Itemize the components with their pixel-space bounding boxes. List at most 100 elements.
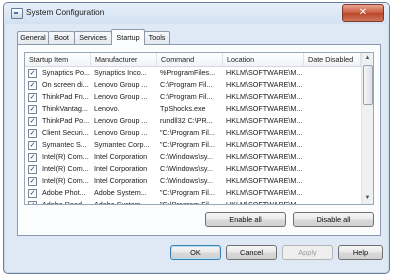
startup-item-checkbox[interactable]: ✓: [28, 201, 37, 204]
column-header-location[interactable]: Location: [223, 53, 304, 66]
cell-location: HKLM\SOFTWARE\M...: [226, 104, 303, 113]
cell-command: C:\Windows\sy...: [160, 176, 213, 185]
msconfig-app-icon: [11, 8, 23, 19]
table-row[interactable]: ✓ Intel(R) Com... Intel Corporation C:\Wind…: [25, 175, 361, 187]
cell-location: HKLM\SOFTWARE\M...: [226, 152, 303, 161]
startup-item-checkbox[interactable]: ✓: [28, 177, 37, 186]
cell-command: C:\Windows\sy...: [160, 164, 213, 173]
tab-general[interactable]: General: [17, 31, 49, 44]
cell-item: Intel(R) Com...: [42, 152, 89, 161]
table-row[interactable]: ✓ On screen di... Lenovo Group ... C:\Progr…: [25, 79, 361, 91]
cell-date: [304, 127, 361, 139]
cell-date: [304, 103, 361, 115]
cell-date: [304, 187, 361, 199]
cell-manufacturer: Intel Corporation: [94, 152, 148, 161]
cell-location: HKLM\SOFTWARE\M...: [226, 68, 303, 77]
table-row[interactable]: ✓ ThinkPad Fn... Lenovo Group ... C:\Progra…: [25, 91, 361, 103]
cell-location: HKLM\SOFTWARE\M...: [226, 176, 303, 185]
cell-date: [304, 199, 361, 204]
scrollbar-thumb[interactable]: [363, 65, 373, 105]
list-header: Startup Item Manufacturer Command Locati…: [25, 53, 361, 67]
cell-manufacturer: Lenovo Group ...: [94, 128, 148, 137]
startup-item-checkbox[interactable]: ✓: [28, 129, 37, 138]
cell-command: C:\Windows\sy...: [160, 152, 213, 161]
table-row[interactable]: ✓ Symantec S... Symantec Corp... "C:\Progra…: [25, 139, 361, 151]
column-header-startup-item[interactable]: Startup Item: [25, 53, 91, 66]
ok-button[interactable]: OK: [170, 245, 221, 260]
startup-items-list[interactable]: Startup Item Manufacturer Command Locati…: [24, 52, 374, 205]
tab-boot[interactable]: Boot: [48, 31, 75, 44]
table-row[interactable]: ✓ Intel(R) Com... Intel Corporation C:\Wind…: [25, 151, 361, 163]
table-row[interactable]: ✓ Intel(R) Com... Intel Corporation C:\Wind…: [25, 163, 361, 175]
cell-item: ThinkPad Fn...: [42, 92, 89, 101]
startup-item-checkbox[interactable]: ✓: [28, 69, 37, 78]
startup-item-checkbox[interactable]: ✓: [28, 141, 37, 150]
startup-item-checkbox[interactable]: ✓: [28, 117, 37, 126]
column-header-date-disabled[interactable]: Date Disabled: [304, 53, 361, 66]
cell-location: HKLM\SOFTWARE\M...: [226, 188, 303, 197]
cell-item: Client Securi...: [42, 128, 89, 137]
cell-date: [304, 91, 361, 103]
cell-item: ThinkPad Po...: [42, 116, 90, 125]
cancel-button[interactable]: Cancel: [226, 245, 277, 260]
cell-date: [304, 151, 361, 163]
tab-startup[interactable]: Startup: [111, 29, 145, 45]
startup-item-checkbox[interactable]: ✓: [28, 165, 37, 174]
system-configuration-window: System Configuration ✕ General Boot Serv…: [3, 2, 390, 274]
window-title: System Configuration: [26, 8, 105, 17]
cell-command: "C:\Program Fil...: [160, 188, 215, 197]
cell-item: Intel(R) Com...: [42, 164, 89, 173]
scroll-down-arrow-icon[interactable]: ▼: [362, 193, 373, 204]
cell-command: "C:\Program Fil...: [160, 128, 215, 137]
cell-location: HKLM\SOFTWARE\M...: [226, 116, 303, 125]
startup-item-checkbox[interactable]: ✓: [28, 189, 37, 198]
tab-tools[interactable]: Tools: [144, 31, 170, 44]
cell-date: [304, 175, 361, 187]
disable-all-button[interactable]: Disable all: [293, 212, 374, 227]
cell-command: C:\Program Fil...: [160, 80, 213, 89]
cell-manufacturer: Lenovo.: [94, 104, 120, 113]
list-rows: ✓ Synaptics Po... Synaptics Inco... %Progra…: [25, 67, 361, 205]
cell-manufacturer: Symantec Corp...: [94, 140, 150, 149]
cell-date: [304, 163, 361, 175]
cell-location: HKLM\SOFTWARE\M...: [226, 164, 303, 173]
cell-command: "C:\Program Fil...: [160, 200, 215, 205]
table-row[interactable]: ✓ Adobe Phot... Adobe System... "C:\Program…: [25, 187, 361, 199]
startup-item-checkbox[interactable]: ✓: [28, 93, 37, 102]
cell-manufacturer: Lenovo Group ...: [94, 80, 148, 89]
cell-item: Adobe Read...: [42, 200, 88, 205]
cell-item: ThinkVantag...: [42, 104, 88, 113]
close-button[interactable]: ✕: [342, 4, 384, 22]
table-row[interactable]: ✓ Adobe Read... Adobe System... "C:\Program…: [25, 199, 361, 205]
table-row[interactable]: ✓ ThinkVantag... Lenovo. TpShocks.exe HKLM\S…: [25, 103, 361, 115]
startup-item-checkbox[interactable]: ✓: [28, 105, 37, 114]
cell-manufacturer: Synaptics Inco...: [94, 68, 147, 77]
cell-manufacturer: Adobe System...: [94, 200, 147, 205]
cell-command: %ProgramFiles...: [160, 68, 216, 77]
startup-tab-panel: Startup Item Manufacturer Command Locati…: [17, 44, 381, 236]
tab-services[interactable]: Services: [74, 31, 112, 44]
cell-command: TpShocks.exe: [160, 104, 206, 113]
cell-manufacturer: Adobe System...: [94, 188, 147, 197]
cell-date: [304, 139, 361, 151]
cell-location: HKLM\SOFTWARE\M...: [226, 80, 303, 89]
column-header-manufacturer[interactable]: Manufacturer: [91, 53, 157, 66]
cell-location: HKLM\SOFTWARE\M...: [226, 140, 303, 149]
vertical-scrollbar[interactable]: ▲ ▼: [361, 53, 373, 204]
help-button[interactable]: Help: [338, 245, 383, 260]
cell-location: HKLM\SOFTWARE\M...: [226, 128, 303, 137]
cell-date: [304, 67, 361, 79]
startup-item-checkbox[interactable]: ✓: [28, 153, 37, 162]
table-row[interactable]: ✓ ThinkPad Po... Lenovo Group ... rundll32 …: [25, 115, 361, 127]
scroll-up-arrow-icon[interactable]: ▲: [362, 53, 373, 64]
cell-item: Synaptics Po...: [42, 68, 90, 77]
table-row[interactable]: ✓ Client Securi... Lenovo Group ... "C:\Pro…: [25, 127, 361, 139]
cell-date: [304, 115, 361, 127]
column-header-command[interactable]: Command: [157, 53, 223, 66]
apply-button[interactable]: Apply: [282, 245, 333, 260]
cell-manufacturer: Intel Corporation: [94, 176, 148, 185]
table-row[interactable]: ✓ Synaptics Po... Synaptics Inco... %Progra…: [25, 67, 361, 79]
cell-command: C:\Program Fil...: [160, 92, 213, 101]
enable-all-button[interactable]: Enable all: [205, 212, 286, 227]
startup-item-checkbox[interactable]: ✓: [28, 81, 37, 90]
